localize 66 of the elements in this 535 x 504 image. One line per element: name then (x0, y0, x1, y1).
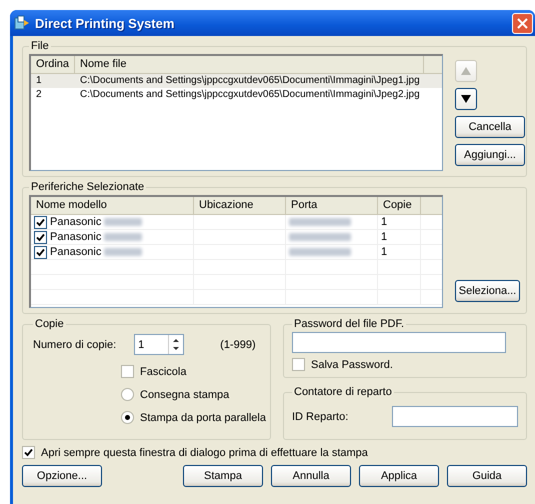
printer-app-icon (14, 15, 30, 31)
close-icon (517, 18, 528, 28)
table-cell-text: 2 (35, 88, 43, 102)
move-down-button[interactable] (455, 88, 477, 110)
dialog-button[interactable]: Applica (359, 465, 439, 487)
radio-label: Consegna stampa (140, 388, 230, 400)
checkbox-label: Apri sempre questa finestra di dialogo prima di effettuare la stampa (41, 446, 368, 458)
blurred-text-placeholder (289, 233, 351, 241)
blurred-text-placeholder (104, 218, 142, 226)
radio-button[interactable] (121, 388, 134, 401)
select-button[interactable]: Seleziona... (455, 280, 520, 302)
check-mark-icon (24, 448, 33, 457)
down-triangle-icon (461, 95, 471, 103)
dialog-button[interactable]: Annulla (271, 465, 351, 487)
action-button[interactable]: Aggiungi... (455, 144, 525, 166)
action-button[interactable]: Cancella (455, 116, 525, 138)
device-name: Panasonic (50, 216, 102, 228)
group-label: File (30, 40, 50, 52)
close-button[interactable] (512, 12, 533, 34)
window-title: Direct Printing System (35, 16, 176, 30)
checkbox[interactable] (22, 446, 35, 459)
column-header[interactable]: Copie (378, 197, 421, 214)
table-cell: 1 (381, 246, 388, 258)
group-label: Contatore di reparto (293, 386, 393, 398)
checkbox-label: Salva Password. (311, 358, 393, 370)
group-label: Copie (34, 318, 65, 330)
blurred-text-placeholder (104, 248, 142, 256)
table-cell: 1 (381, 216, 388, 228)
file-row[interactable]: 1 C:\Documents and Settings\jppccgxutdev065\Documenti\Immagini\Jpeg1.jpg (31, 74, 442, 88)
checkbox[interactable] (34, 246, 47, 258)
column-header[interactable]: Porta (286, 197, 378, 214)
up-triangle-icon (461, 67, 471, 75)
group-label: Password del file PDF. (293, 318, 406, 330)
table-cell-text: 1 (35, 74, 43, 88)
password-field[interactable] (292, 332, 506, 353)
file-list[interactable]: Ordina Nome file 1 C:\Documents and Settings\jppccgxutdev065\Documenti\Immagini\Jpeg1.jpg 2 C:\Documents and Settings\jppccgxutdev065\Documenti\Immagini\Jpeg2.jpg (29, 54, 443, 171)
device-name: Panasonic (50, 246, 102, 258)
column-header[interactable]: Ubicazione (194, 197, 286, 214)
column-header[interactable]: Ordina (31, 56, 75, 73)
table-cell: 1 (381, 231, 388, 243)
radio-label: Stampa da porta parallela (140, 412, 266, 424)
table-cell-text: C:\Documents and Settings\jppccgxutdev065\Documenti\Immagini\Jpeg2.jpg (79, 88, 421, 102)
column-header[interactable]: Nome modello (31, 197, 194, 214)
checkbox[interactable] (34, 230, 47, 244)
copies-spinner[interactable]: 1 (134, 334, 184, 355)
checkbox[interactable] (121, 365, 134, 378)
group-label: Periferiche Selezionate (30, 181, 146, 193)
field-label: ID Reparto: (292, 410, 348, 422)
radio-button[interactable] (121, 411, 134, 424)
dialog-button[interactable]: Guida (447, 465, 527, 487)
checkbox-label: Fascicola (140, 366, 186, 378)
department-id-field[interactable] (392, 406, 518, 427)
device-name: Panasonic (50, 231, 102, 243)
copies-label: Numero di copie: (33, 338, 116, 350)
range-label: (1-999) (220, 338, 256, 350)
device-table[interactable]: Nome modello Ubicazione Porta Copie Panasonic 1 Panasonic 1 Panasonic 1 (29, 195, 443, 308)
blurred-text-placeholder (289, 248, 351, 256)
column-header[interactable]: Nome file (75, 56, 424, 73)
checkbox[interactable] (292, 358, 305, 371)
dialog-button[interactable]: Opzione... (22, 465, 102, 487)
blurred-text-placeholder (289, 218, 351, 226)
checkbox[interactable] (34, 216, 47, 228)
file-row[interactable]: 2 C:\Documents and Settings\jppccgxutdev065\Documenti\Immagini\Jpeg2.jpg (31, 88, 442, 102)
blurred-text-placeholder (104, 233, 142, 241)
dialog-button[interactable]: Stampa (183, 465, 263, 487)
table-cell-text: C:\Documents and Settings\jppccgxutdev065\Documenti\Immagini\Jpeg1.jpg (79, 74, 421, 88)
